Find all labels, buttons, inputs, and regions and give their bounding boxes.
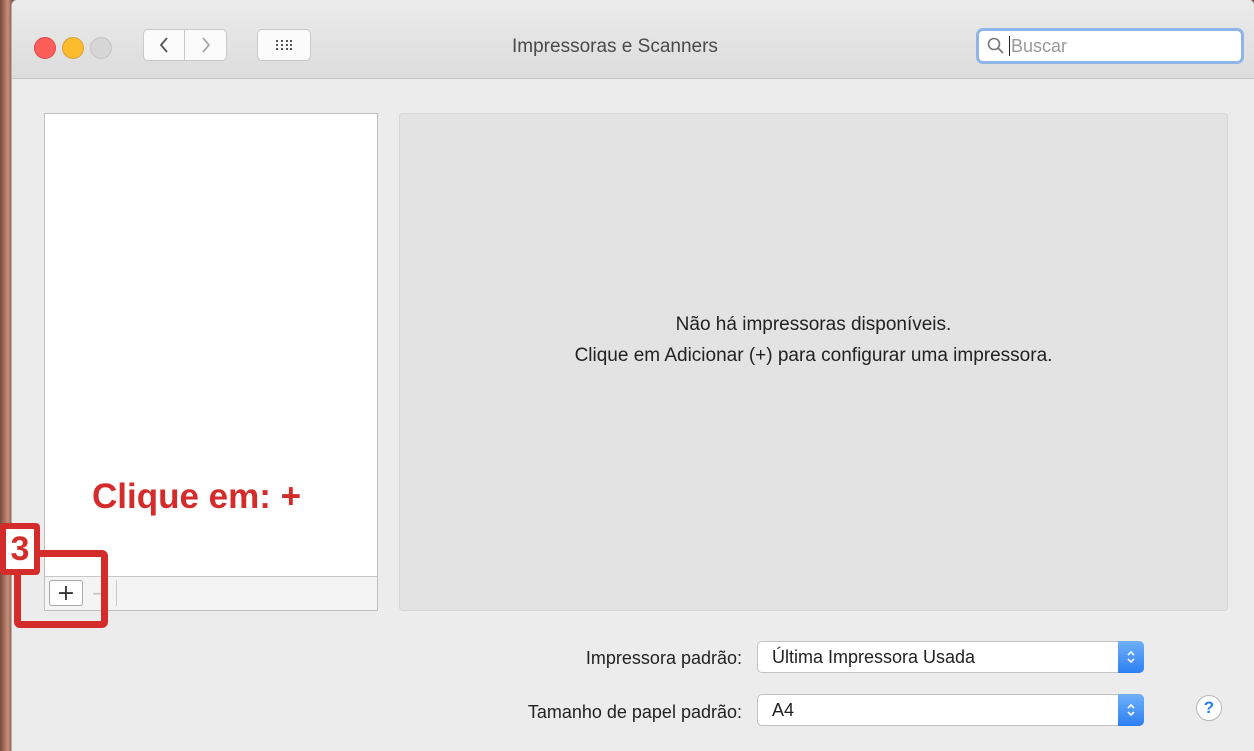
default-printer-label: Impressora padrão: (585, 648, 742, 668)
printer-detail-panel: Não há impressoras disponíveis. Clique e… (399, 113, 1228, 611)
help-button[interactable]: ? (1196, 695, 1222, 721)
close-button[interactable] (34, 37, 56, 59)
paper-size-label: Tamanho de papel padrão: (527, 702, 742, 722)
paper-size-popup[interactable]: A4 (757, 694, 1144, 726)
printer-list[interactable]: + − (44, 113, 378, 611)
back-button[interactable] (143, 29, 185, 61)
annotation-step-badge: 3 (0, 523, 40, 575)
search-field[interactable] (976, 28, 1244, 64)
popup-arrows-icon (1118, 694, 1144, 726)
grid-icon (276, 40, 292, 50)
default-printer-popup[interactable]: Última Impressora Usada (757, 641, 1144, 673)
window-title: Impressoras e Scanners (512, 36, 718, 57)
preferences-window: Impressoras e Scanners + − Não há impres… (12, 0, 1254, 751)
title-bar: Impressoras e Scanners (12, 0, 1254, 79)
empty-message: Não há impressoras disponíveis. (675, 314, 952, 335)
forward-chevron-icon (201, 37, 210, 53)
forward-button[interactable] (185, 29, 227, 61)
minimize-button[interactable] (62, 37, 84, 59)
search-input[interactable] (1011, 35, 1211, 57)
default-printer-value: Última Impressora Usada (772, 647, 976, 667)
text-cursor (1009, 36, 1010, 56)
popup-arrows-icon (1118, 641, 1144, 673)
show-all-button[interactable] (257, 29, 311, 61)
empty-hint: Clique em Adicionar (+) para configurar … (574, 345, 1053, 366)
back-chevron-icon (159, 37, 168, 53)
zoom-button[interactable] (90, 37, 112, 59)
search-icon (987, 37, 1005, 55)
annotation-instruction: Clique em: + (92, 477, 302, 516)
paper-size-value: A4 (772, 700, 795, 720)
